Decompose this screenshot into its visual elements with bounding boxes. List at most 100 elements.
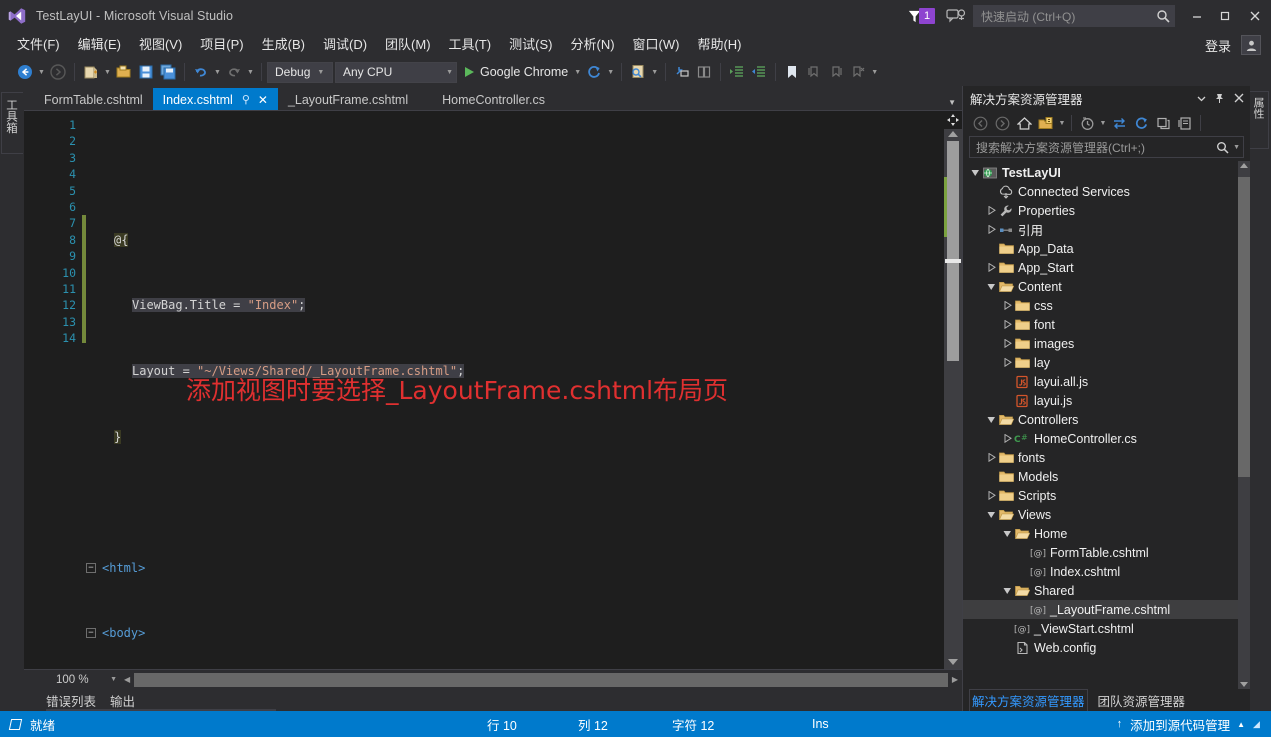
hscroll-thumb[interactable]	[134, 672, 948, 687]
menu-item-file[interactable]: 文件(F)	[8, 34, 69, 56]
navigate-back-dropdown[interactable]: ▼	[36, 61, 47, 83]
tree-item-home[interactable]: Home	[963, 524, 1250, 543]
refresh-button[interactable]	[583, 61, 605, 83]
tab-error-list[interactable]: 错误列表	[46, 691, 96, 710]
editor-vertical-scrollbar[interactable]	[944, 111, 962, 669]
se-sync-button[interactable]	[1108, 112, 1130, 134]
scroll-down-arrow[interactable]	[1240, 682, 1248, 687]
send-feedback-icon[interactable]	[945, 7, 967, 25]
user-account-icon[interactable]	[1241, 35, 1261, 55]
scrollbar-thumb[interactable]	[1238, 177, 1250, 477]
editor-horizontal-scrollbar[interactable]: ◀ ▶	[120, 671, 962, 688]
tab-layoutframe-cshtml[interactable]: _LayoutFrame.cshtml	[277, 88, 419, 111]
scroll-up-arrow[interactable]	[948, 131, 958, 137]
resize-grip-icon[interactable]: ◢	[1253, 719, 1263, 730]
search-options-dropdown[interactable]: ▼	[1233, 144, 1240, 151]
tab-overflow-chevron-icon[interactable]: ▼	[948, 98, 956, 107]
se-back-button[interactable]	[969, 112, 991, 134]
maximize-button[interactable]	[1211, 0, 1239, 32]
tree-item-shared[interactable]: Shared	[963, 581, 1250, 600]
tree-item-scripts[interactable]: Scripts	[963, 486, 1250, 505]
footer-tab-team-explorer[interactable]: 团队资源管理器	[1098, 691, 1186, 710]
previous-bookmark-button[interactable]	[803, 61, 825, 83]
menu-item-tools[interactable]: 工具(T)	[440, 34, 501, 56]
scrollbar-thumb[interactable]	[947, 141, 959, 361]
toggle-bookmark-button[interactable]	[781, 61, 803, 83]
menu-item-team[interactable]: 团队(M)	[376, 34, 440, 56]
editor-breakpoint-gutter[interactable]	[24, 111, 46, 669]
editor-text-surface[interactable]: @{ ViewBag.Title = "Index"; Layout = "~/…	[86, 111, 944, 669]
start-debugging-button[interactable]: Google Chrome	[459, 61, 572, 83]
tree-item-controllers[interactable]: Controllers	[963, 410, 1250, 429]
uncomment-selection-button[interactable]	[693, 61, 715, 83]
solution-explorer-scrollbar[interactable]	[1238, 161, 1250, 689]
scroll-up-arrow[interactable]	[1240, 163, 1248, 168]
menu-item-project[interactable]: 项目(P)	[191, 34, 252, 56]
split-view-handle[interactable]	[944, 111, 962, 129]
tree-item-homecontroller-cs[interactable]: C # HomeController.cs	[963, 429, 1250, 448]
tree-item-layui-all-js[interactable]: layui.all.js	[963, 372, 1250, 391]
status-source-control-group[interactable]: ↑ 添加到源代码管理 ▲ ◢	[1117, 715, 1263, 734]
twisty-collapsed-icon[interactable]	[985, 263, 997, 272]
tree-item-[interactable]: 引用	[963, 220, 1250, 239]
properties-tab[interactable]: 属性	[1250, 91, 1269, 149]
tab-formtable-cshtml[interactable]: FormTable.cshtml	[34, 88, 153, 111]
scroll-down-arrow[interactable]	[948, 659, 958, 665]
solution-platform-combo[interactable]: Any CPU ▼	[335, 61, 457, 83]
new-project-button[interactable]	[80, 61, 102, 83]
se-show-all-files-button[interactable]	[1076, 112, 1098, 134]
comment-selection-button[interactable]	[671, 61, 693, 83]
close-icon[interactable]: ✕	[258, 93, 268, 107]
tree-item-formtable-cshtml[interactable]: [@] FormTable.cshtml	[963, 543, 1250, 562]
tab-output[interactable]: 输出	[110, 691, 135, 710]
menu-item-help[interactable]: 帮助(H)	[688, 34, 750, 56]
twisty-expanded-icon[interactable]	[1001, 586, 1013, 595]
tree-item-content[interactable]: Content	[963, 277, 1250, 296]
code-editor[interactable]: 1 2 3 4 5 6 7 8 9 10 11 12 13 14 @{View…	[24, 111, 962, 669]
solution-explorer-tree[interactable]: TestLayUI Connected Services Properties 引用 A…	[963, 161, 1250, 689]
tree-item-font[interactable]: font	[963, 315, 1250, 334]
toolbox-tab[interactable]: 工具箱	[1, 92, 23, 154]
menu-item-debug[interactable]: 调试(D)	[314, 34, 376, 56]
notification-flag-button[interactable]: 1	[907, 8, 935, 24]
tree-item-views[interactable]: Views	[963, 505, 1250, 524]
tree-item-fonts[interactable]: fonts	[963, 448, 1250, 467]
clear-bookmarks-button[interactable]	[847, 61, 869, 83]
tree-item-app-data[interactable]: App_Data	[963, 239, 1250, 258]
undo-dropdown[interactable]: ▼	[212, 61, 223, 83]
tree-item-testlayui[interactable]: TestLayUI	[963, 163, 1250, 182]
menu-item-window[interactable]: 窗口(W)	[624, 34, 689, 56]
se-forward-button[interactable]	[991, 112, 1013, 134]
quick-launch-input[interactable]: 快速启动 (Ctrl+Q)	[973, 5, 1175, 27]
menu-item-build[interactable]: 生成(B)	[253, 34, 314, 56]
menu-item-edit[interactable]: 编辑(E)	[69, 34, 130, 56]
solution-configuration-combo[interactable]: Debug ▼	[267, 61, 333, 83]
tree-item-images[interactable]: images	[963, 334, 1250, 353]
twisty-collapsed-icon[interactable]	[985, 206, 997, 215]
se-refresh-button[interactable]	[1130, 112, 1152, 134]
menu-item-test[interactable]: 测试(S)	[500, 34, 561, 56]
new-project-dropdown[interactable]: ▼	[102, 61, 113, 83]
panel-pin-button[interactable]	[1210, 88, 1228, 108]
find-dropdown[interactable]: ▼	[649, 61, 660, 83]
save-all-button[interactable]	[157, 61, 179, 83]
redo-button[interactable]	[223, 61, 245, 83]
twisty-collapsed-icon[interactable]	[1001, 434, 1013, 443]
se-properties-button[interactable]	[1174, 112, 1196, 134]
scroll-right-arrow[interactable]: ▶	[948, 675, 962, 684]
tree-item-layui-js[interactable]: layui.js	[963, 391, 1250, 410]
panel-close-button[interactable]	[1228, 88, 1250, 108]
twisty-expanded-icon[interactable]	[969, 168, 981, 177]
se-collapse-all-button[interactable]	[1152, 112, 1174, 134]
tab-homecontroller-cs[interactable]: HomeController.cs	[418, 88, 555, 111]
twisty-collapsed-icon[interactable]	[1001, 301, 1013, 310]
caret-up-icon[interactable]: ▲	[1237, 720, 1245, 729]
decrease-indent-button[interactable]	[748, 61, 770, 83]
se-views-dropdown[interactable]: ▼	[1057, 120, 1067, 127]
tree-item-viewstart-cshtml[interactable]: [@] _ViewStart.cshtml	[963, 619, 1250, 638]
twisty-collapsed-icon[interactable]	[985, 491, 997, 500]
menu-item-view[interactable]: 视图(V)	[130, 34, 191, 56]
se-pending-changes-button[interactable]	[1035, 112, 1057, 134]
twisty-expanded-icon[interactable]	[1001, 529, 1013, 538]
tree-item-web-config[interactable]: Web.config	[963, 638, 1250, 657]
